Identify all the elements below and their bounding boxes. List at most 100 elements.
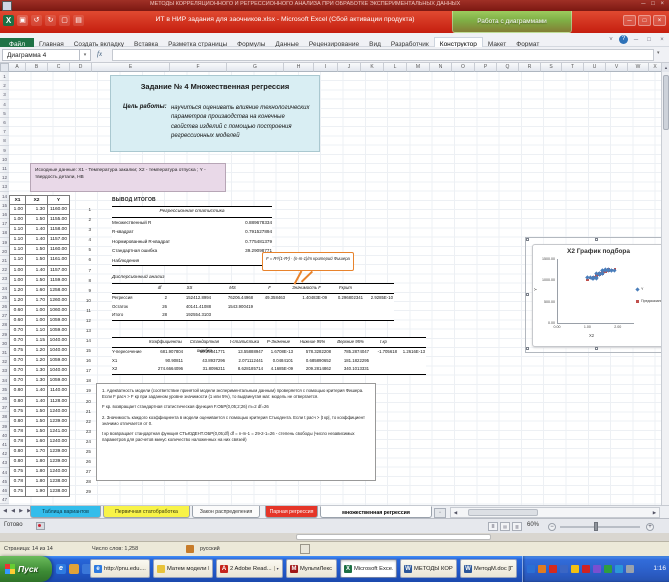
data-table-row[interactable]: 1.001.501159.008 <box>9 276 91 286</box>
tray-icon-10[interactable] <box>626 565 634 573</box>
data-cell[interactable]: 1.40 <box>26 266 48 276</box>
data-cell[interactable]: 1.30 <box>26 376 48 386</box>
data-cell[interactable]: 0.75 <box>9 467 26 477</box>
data-table-row[interactable]: 0.781.601240.0024 <box>9 437 91 447</box>
row-header-10[interactable]: 10 <box>0 155 9 164</box>
column-header-A[interactable]: A <box>9 63 26 72</box>
column-header-L[interactable]: L <box>384 63 407 72</box>
chart-selection-handle[interactable] <box>526 293 529 296</box>
data-table-row[interactable]: 1.201.701260.0010 <box>9 296 91 306</box>
row-header-29[interactable]: 29 <box>0 330 9 339</box>
data-table-row[interactable]: 0.801.401140.0019 <box>9 386 91 396</box>
zoom-in-icon[interactable]: + <box>646 523 654 531</box>
taskbar-clock[interactable]: 1:16 <box>653 565 666 572</box>
data-cell[interactable]: 1.70 <box>26 296 48 306</box>
chart-card[interactable]: X2 График подбора Y X2 0.00500.001000.00… <box>532 244 662 347</box>
row-header-12[interactable]: 12 <box>0 173 9 182</box>
data-cell[interactable]: 1.40 <box>26 397 48 407</box>
data-cell[interactable]: 1.60 <box>26 437 48 447</box>
sheet-tab-3[interactable]: Закон распределения <box>192 506 260 518</box>
data-cell[interactable]: 1161.00 <box>48 255 70 265</box>
data-cell[interactable]: 1240.00 <box>48 407 70 417</box>
row-header-31[interactable]: 31 <box>0 348 9 357</box>
internet-explorer-icon[interactable]: e <box>56 564 66 574</box>
data-table-row[interactable]: 0.751.901238.0029 <box>9 487 91 497</box>
data-table-row[interactable]: 0.801.801239.0026 <box>9 457 91 467</box>
row-header-36[interactable]: 36 <box>0 394 9 403</box>
data-cell[interactable]: 1.15 <box>26 336 48 346</box>
data-table-row[interactable]: 0.601.001059.0012 <box>9 316 91 326</box>
row-header-45[interactable]: 45 <box>0 477 9 486</box>
data-table-row[interactable]: 0.701.301040.0017 <box>9 366 91 376</box>
chart-selection-handle[interactable] <box>526 238 529 241</box>
help-icon[interactable]: ? <box>619 35 628 44</box>
tray-icon-1[interactable] <box>527 565 535 573</box>
sheet-tab-5[interactable]: множественная регрессия <box>320 506 432 518</box>
data-cell[interactable]: 1160.00 <box>48 245 70 255</box>
data-cell[interactable]: 0.80 <box>9 417 26 427</box>
normal-view-icon[interactable]: ≣ <box>488 522 498 531</box>
row-header-7[interactable]: 7 <box>0 127 9 136</box>
data-table-row[interactable]: 0.801.501239.0022 <box>9 417 91 427</box>
data-cell[interactable]: 1.10 <box>9 245 26 255</box>
data-cell[interactable]: 1.70 <box>26 447 48 457</box>
name-box-dropdown-icon[interactable]: ▾ <box>80 49 91 61</box>
data-cell[interactable]: 0.70 <box>9 376 26 386</box>
row-header-44[interactable]: 44 <box>0 468 9 477</box>
data-cell[interactable]: 1040.00 <box>48 336 70 346</box>
row-header-5[interactable]: 5 <box>0 109 9 118</box>
column-header-D[interactable]: D <box>70 63 92 72</box>
data-cell[interactable]: 1.50 <box>26 427 48 437</box>
redo-icon[interactable]: ↻ <box>45 15 56 26</box>
data-cell[interactable]: 1040.00 <box>48 366 70 376</box>
chart-selection-handle[interactable] <box>595 347 598 350</box>
data-cell[interactable]: 1.80 <box>26 467 48 477</box>
column-header-Q[interactable]: Q <box>497 63 519 72</box>
row-header-33[interactable]: 33 <box>0 366 9 375</box>
row-header-11[interactable]: 11 <box>0 164 9 173</box>
minimize-button[interactable]: ─ <box>623 15 636 26</box>
data-cell[interactable]: 0.70 <box>9 366 26 376</box>
data-cell[interactable]: 1.00 <box>26 306 48 316</box>
data-cell[interactable]: 0.75 <box>9 346 26 356</box>
excel-logo-icon[interactable]: X <box>3 15 14 26</box>
prev-sheet-icon[interactable]: ◀ <box>10 508 16 514</box>
row-header-39[interactable]: 39 <box>0 422 9 431</box>
row-header-37[interactable]: 37 <box>0 403 9 412</box>
data-cell[interactable]: 1239.00 <box>48 457 70 467</box>
data-cell[interactable]: 1.10 <box>9 255 26 265</box>
row-header-28[interactable]: 28 <box>0 320 9 329</box>
data-table-row[interactable]: 0.801.401128.0020 <box>9 397 91 407</box>
data-cell[interactable]: 1.00 <box>9 215 26 225</box>
zoom-out-icon[interactable]: − <box>548 523 556 531</box>
save-icon[interactable]: ▣ <box>17 15 28 26</box>
data-cell[interactable]: 1059.00 <box>48 316 70 326</box>
data-cell[interactable]: 1.10 <box>9 235 26 245</box>
undo-icon[interactable]: ↺ <box>31 15 42 26</box>
row-header-3[interactable]: 3 <box>0 90 9 99</box>
column-header-U[interactable]: U <box>584 63 606 72</box>
row-header-9[interactable]: 9 <box>0 146 9 155</box>
data-cell[interactable]: 1155.00 <box>48 215 70 225</box>
row-header-47[interactable]: 47 <box>0 495 9 504</box>
row-header-30[interactable]: 30 <box>0 339 9 348</box>
row-header-34[interactable]: 34 <box>0 376 9 385</box>
data-cell[interactable]: 1.10 <box>9 225 26 235</box>
restore-button[interactable]: □ <box>638 15 651 26</box>
data-table-row[interactable]: 0.751.801240.0027 <box>9 467 91 477</box>
workbook-restore-icon[interactable]: □ <box>644 37 654 43</box>
column-header-W[interactable]: W <box>628 63 649 72</box>
tray-icon-9[interactable] <box>615 565 623 573</box>
scroll-up-icon[interactable]: ▲ <box>662 63 669 72</box>
row-header-24[interactable]: 24 <box>0 284 9 293</box>
sheet-tab-4[interactable]: Парная регрессия <box>265 506 318 518</box>
taskbar-button-3[interactable]: A2 Adobe Read...▾ <box>216 559 283 578</box>
start-button[interactable]: Пуск <box>0 556 52 582</box>
data-cell[interactable]: 1.40 <box>26 386 48 396</box>
row-header-19[interactable]: 19 <box>0 238 9 247</box>
data-cell[interactable]: 0.80 <box>9 386 26 396</box>
column-header-E[interactable]: E <box>92 63 170 72</box>
data-table-row[interactable]: 1.101.401158.003 <box>9 225 91 235</box>
row-header-1[interactable]: 1 <box>0 72 9 81</box>
data-cell[interactable]: 1059.00 <box>48 326 70 336</box>
